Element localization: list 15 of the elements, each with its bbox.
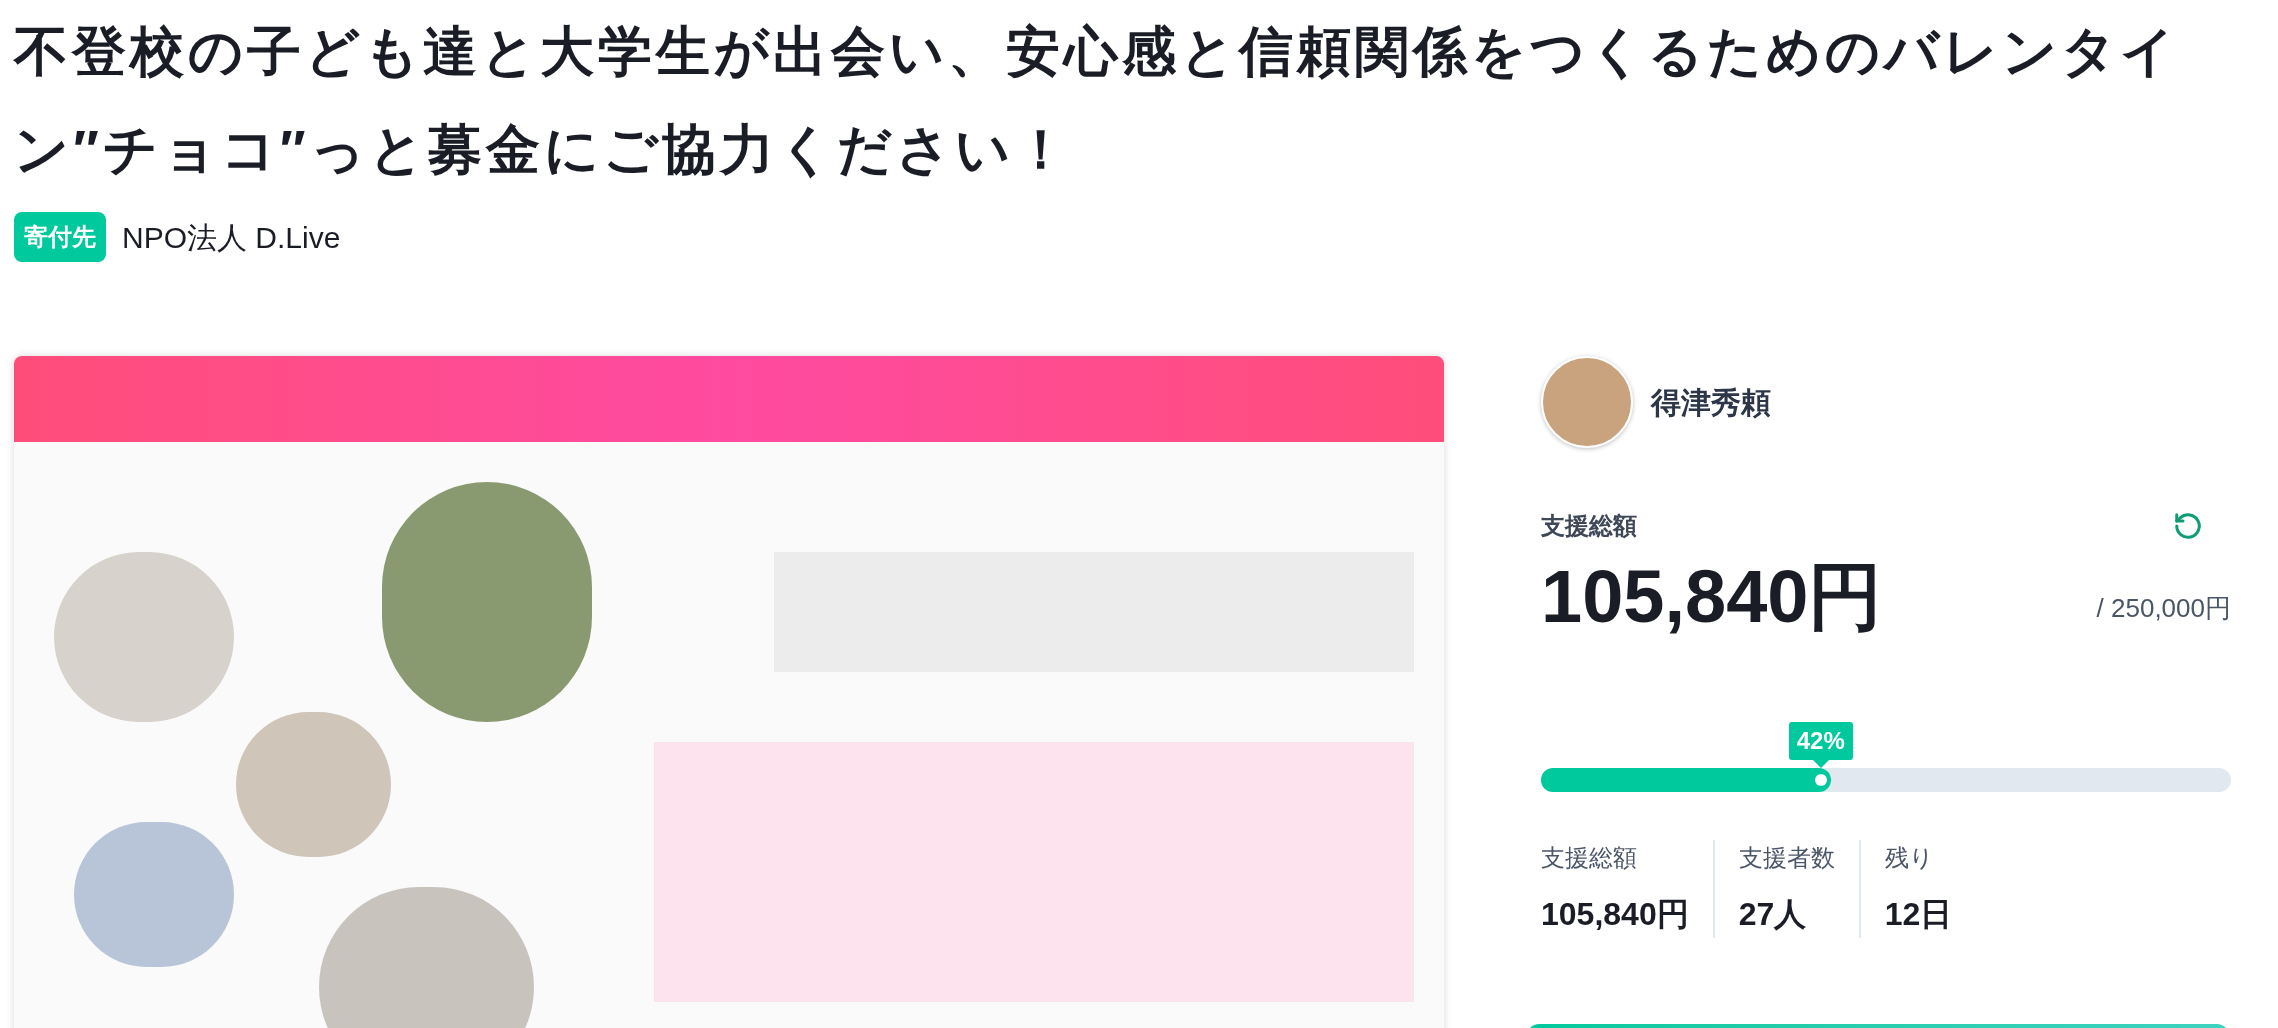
recipient-name[interactable]: NPO法人 D.Live [122, 214, 341, 260]
organizer-name[interactable]: 得津秀頼 [1651, 379, 1771, 425]
stat-label: 残り [1884, 843, 1935, 873]
recipient-badge: 寄付先 [14, 212, 106, 262]
total-amount: 105,840円 [1541, 554, 1883, 640]
goal-amount: / 250,000円 [2096, 592, 2231, 625]
page-title: 不登校の子ども達と大学生が出会い、安心感と信頼関係をつくるためのバレンタイン″チョコ″っと募金にご協力ください！ [14, 20, 2180, 181]
percent-tooltip: 42% [1788, 722, 1853, 760]
refresh-icon[interactable] [2173, 511, 2203, 541]
stat-label: 支援者数 [1738, 843, 1835, 873]
stat-value: 12日 [1884, 895, 1953, 934]
stat-value: 105,840円 [1541, 895, 1689, 934]
total-label: 支援総額 [1541, 511, 1637, 541]
stat-value: 27人 [1738, 895, 1808, 934]
stat-label: 支援総額 [1541, 843, 1638, 873]
